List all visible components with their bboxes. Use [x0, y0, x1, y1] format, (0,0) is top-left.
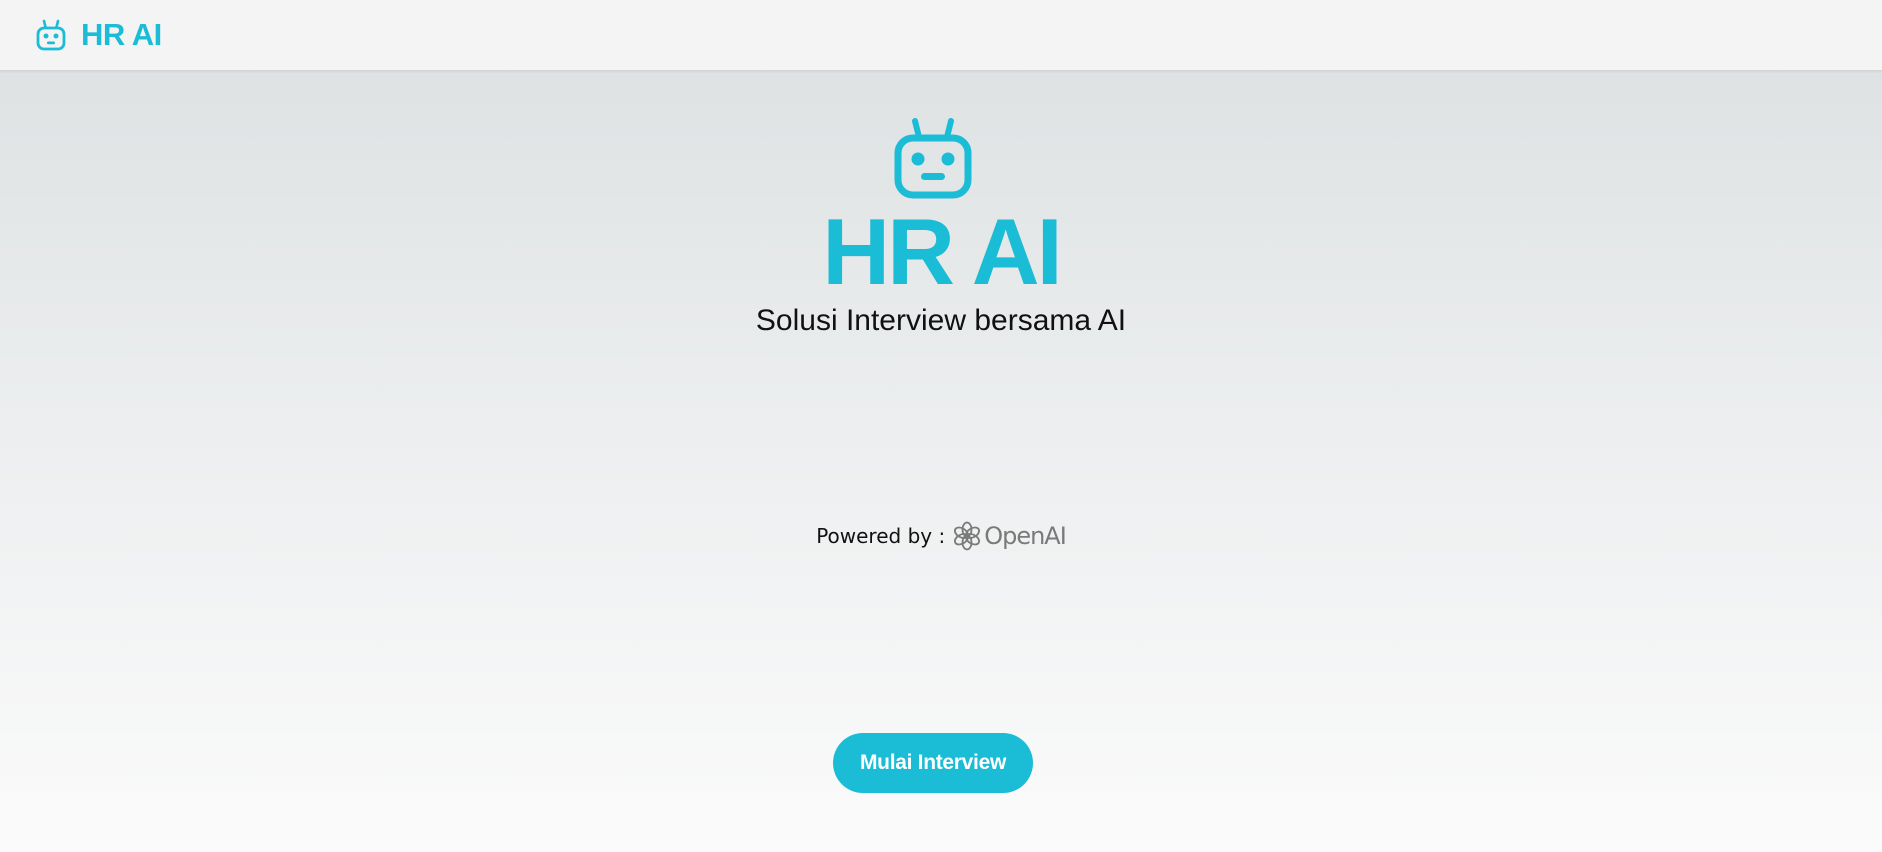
hero-section: HR AI Solusi Interview bersama AI Powere… [0, 0, 1882, 852]
brand-link[interactable]: HR AI [35, 17, 162, 53]
robot-icon [894, 118, 972, 199]
start-interview-button[interactable]: Mulai Interview [833, 733, 1033, 793]
hero-subtitle: Solusi Interview bersama AI [755, 304, 1127, 337]
powered-by-label: Powered by : [816, 524, 946, 548]
robot-icon [36, 19, 66, 51]
navbar: HR AI [0, 0, 1882, 71]
openai-icon [954, 521, 981, 551]
hero-title: HR AI [822, 199, 1062, 304]
brand-name: HR AI [81, 17, 162, 52]
powered-by: Powered by : OpenAI [0, 521, 1882, 551]
openai-logo-text: OpenAI [984, 522, 1067, 550]
openai-logo: OpenAI [953, 521, 1067, 551]
